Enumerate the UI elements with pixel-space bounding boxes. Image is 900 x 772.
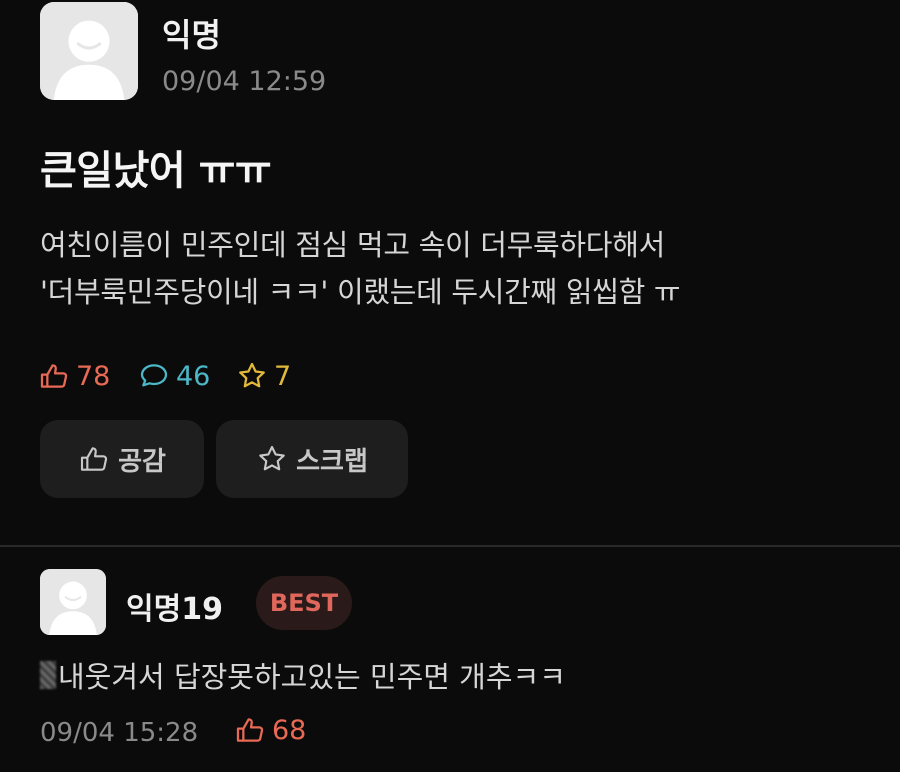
best-badge: BEST bbox=[256, 576, 352, 630]
post-body-line: '더부룩민주당이네 ㅋㅋ' 이랬는데 두시간째 읽씹함 ㅠ bbox=[40, 275, 681, 309]
post-title: 큰일났어 ㅠㅠ bbox=[40, 148, 272, 194]
like-button[interactable]: 공감 bbox=[40, 420, 204, 498]
thumbs-up-icon bbox=[81, 447, 108, 471]
default-avatar-icon bbox=[40, 2, 138, 100]
comment-timestamp: 09/04 15:28 bbox=[40, 718, 199, 748]
like-count-value: 78 bbox=[76, 360, 111, 392]
like-button-label: 공감 bbox=[118, 446, 166, 477]
speech-bubble-icon bbox=[140, 364, 168, 387]
comment-like-count: 68 bbox=[272, 714, 307, 746]
comment-count-value: 46 bbox=[176, 360, 211, 392]
star-icon bbox=[239, 362, 265, 388]
author-avatar[interactable] bbox=[40, 2, 138, 100]
comment-author-avatar[interactable] bbox=[40, 569, 106, 635]
star-icon bbox=[259, 445, 285, 471]
comment-author: 익명19 bbox=[126, 592, 223, 627]
comment-text-content: 내웃겨서 답장못하고있는 민주면 개추ㅋㅋ bbox=[58, 660, 566, 694]
like-count: 78 bbox=[38, 360, 110, 392]
thumbs-up-icon bbox=[236, 718, 264, 742]
scrap-count: 7 bbox=[236, 360, 291, 392]
comment-like-button[interactable]: 68 bbox=[234, 714, 306, 746]
comment-text: 내웃겨서 답장못하고있는 민주면 개추ㅋㅋ bbox=[40, 654, 566, 696]
comment-count: 46 bbox=[138, 360, 210, 392]
section-divider bbox=[0, 545, 900, 547]
post-author: 익명 bbox=[162, 16, 221, 54]
scrap-button-label: 스크랩 bbox=[296, 446, 368, 477]
scrap-button[interactable]: 스크랩 bbox=[216, 420, 408, 498]
default-avatar-icon bbox=[40, 569, 106, 635]
post-timestamp: 09/04 12:59 bbox=[162, 66, 327, 97]
scrap-count-value: 7 bbox=[274, 360, 292, 392]
thumbs-up-icon bbox=[40, 364, 68, 388]
pixelated-mask bbox=[40, 661, 56, 689]
post-body-line: 여친이름이 민주인데 점심 먹고 속이 더무룩하다해서 bbox=[40, 228, 665, 262]
